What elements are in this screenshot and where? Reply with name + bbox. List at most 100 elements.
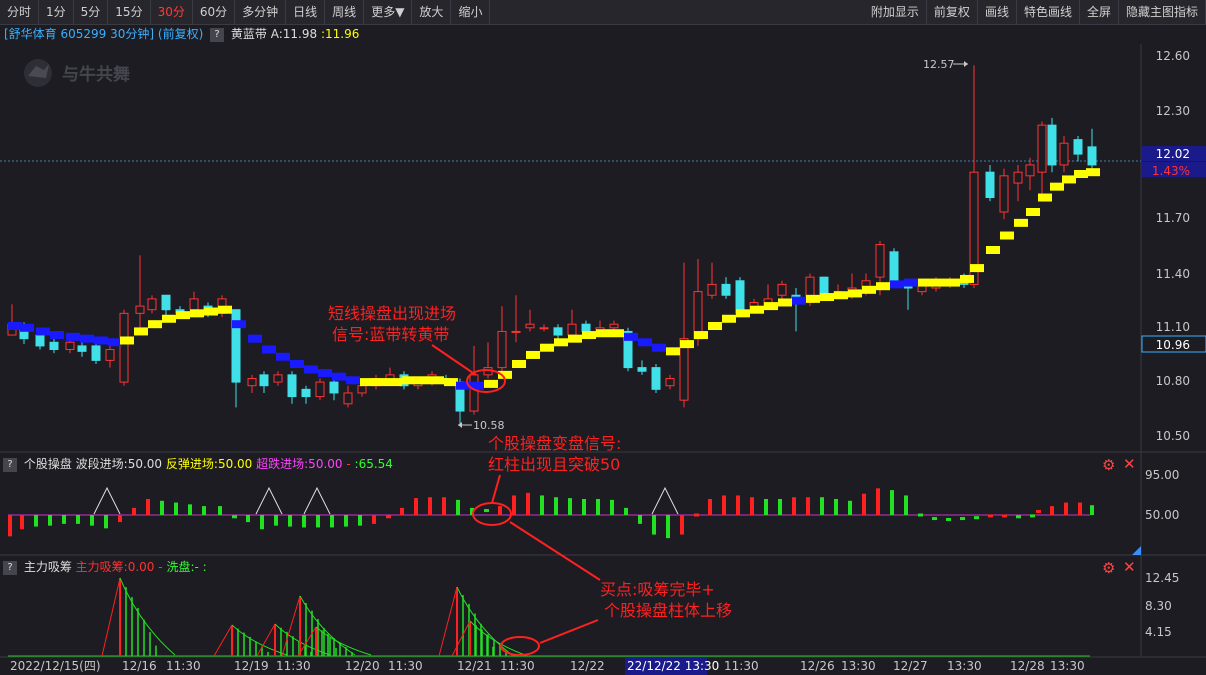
panel3-axis-1: 12.45	[1145, 571, 1179, 585]
yellow-band-segment	[176, 311, 190, 320]
wash-line	[231, 624, 288, 656]
toolbar-button[interactable]: 画线	[978, 0, 1017, 24]
toolbar-button[interactable]: 全屏	[1080, 0, 1119, 24]
time-tick: 12/26	[800, 659, 835, 673]
candle-up	[427, 374, 437, 383]
panel2-bar	[302, 515, 306, 528]
candle-up	[539, 327, 549, 330]
panel2-bar	[48, 515, 52, 526]
yellow-band-segment	[444, 378, 458, 387]
panel2-bar	[232, 515, 237, 519]
period-button[interactable]: 缩小	[451, 0, 491, 24]
candle-up	[189, 298, 199, 311]
toolbar-button[interactable]: 前复权	[927, 0, 978, 24]
time-tick: 12/27	[893, 659, 928, 673]
period-toolbar: 分时 1分 5分 15分 30分 60分 多分钟 日线 周线 更多▼ 放大 缩小 附加显示 前复权 画线 特色…	[0, 0, 1206, 25]
period-button[interactable]: 15分	[108, 0, 151, 24]
candle-down	[637, 367, 647, 372]
blue-band-segment	[94, 336, 108, 345]
panel2-bar	[708, 499, 712, 515]
toolbar-button[interactable]: 特色画线	[1017, 0, 1080, 24]
panel2-bar	[512, 495, 516, 515]
panel2-bar	[680, 515, 684, 535]
panel3-header: ? 主力吸筹 主力吸筹:0.00 - 洗盘:- :	[0, 559, 207, 575]
period-button[interactable]: 1分	[39, 0, 74, 24]
close-icon[interactable]: ✕	[1123, 455, 1136, 473]
panel2-bar	[316, 515, 320, 528]
blue-band-segment	[66, 332, 80, 341]
wash-line	[469, 620, 526, 656]
candle-up	[413, 381, 423, 387]
candle-up	[483, 367, 493, 376]
period-button[interactable]: 30分	[151, 0, 193, 24]
panel2-bar	[652, 515, 656, 535]
candle-up	[931, 280, 941, 289]
note1-line2: 信号:蓝带转黄带	[332, 325, 449, 344]
period-button[interactable]: 多分钟	[235, 0, 287, 24]
period-button[interactable]: 5分	[74, 0, 109, 24]
time-tick: 11:30	[388, 659, 423, 673]
candle-down	[287, 374, 297, 398]
candle-down	[735, 280, 745, 314]
blue-band-segment	[108, 338, 122, 347]
panel2-bar	[400, 507, 404, 515]
toolbar-button[interactable]: 隐藏主图指标	[1119, 0, 1206, 24]
yellow-band-segment	[1014, 218, 1028, 227]
price-tick: 10.80	[1156, 374, 1190, 388]
yellow-band-segment	[848, 289, 862, 298]
panel2-bar	[946, 517, 951, 521]
yellow-band-segment	[1000, 231, 1014, 240]
panel2-bar	[638, 515, 642, 524]
toolbar-button[interactable]: 附加显示	[864, 0, 927, 24]
time-tick: 11:30	[276, 659, 311, 673]
period-button[interactable]: 更多▼	[364, 0, 413, 24]
wash-line	[274, 623, 331, 656]
candle-up	[119, 312, 129, 383]
time-tick: 12/16	[122, 659, 157, 673]
period-button[interactable]: 分时	[0, 0, 40, 24]
candle-up	[469, 374, 479, 412]
help-icon[interactable]: ?	[3, 560, 17, 575]
panel2-bar	[484, 509, 489, 513]
close-icon[interactable]: ✕	[1123, 558, 1136, 576]
panel2-bar	[34, 515, 38, 527]
panel2-bar	[344, 515, 348, 527]
blue-band-segment	[20, 323, 34, 332]
settings-gear-icon[interactable]: ⚙	[1102, 456, 1115, 474]
candle-up	[147, 298, 157, 311]
candle-up	[969, 171, 979, 285]
candle-down	[623, 330, 633, 369]
period-button[interactable]: 日线	[286, 0, 326, 24]
panel2-bar	[218, 506, 222, 515]
yellow-band-segment	[876, 282, 890, 291]
yellow-band-segment	[148, 320, 162, 329]
period-button[interactable]: 60分	[193, 0, 236, 24]
period-button[interactable]: 放大	[412, 0, 452, 24]
panel3-main: 主力吸筹:0.00	[75, 560, 155, 574]
settings-gear-icon[interactable]: ⚙	[1102, 559, 1115, 577]
wash-line	[119, 577, 176, 656]
candle-up	[7, 323, 17, 336]
panel2-bar	[1090, 505, 1094, 515]
yellow-band-segment	[708, 322, 722, 330]
help-icon[interactable]: ?	[3, 457, 17, 472]
yellow-band-segment	[582, 331, 596, 340]
time-tick: 12/19	[234, 659, 269, 673]
candle-up	[749, 301, 759, 311]
candle-down	[301, 388, 311, 398]
yellow-band-segment	[946, 278, 960, 287]
yellow-band-segment	[374, 378, 388, 387]
panel2-bar	[862, 493, 866, 515]
marker-price: 10.96	[1156, 338, 1190, 352]
help-icon[interactable]: ?	[210, 27, 225, 42]
period-button[interactable]: 周线	[325, 0, 365, 24]
panel2-bar	[764, 499, 768, 515]
blue-band-segment	[904, 278, 918, 287]
panel2-dash: -	[346, 457, 351, 471]
candle-down	[399, 374, 409, 387]
main-accumulation-line	[281, 595, 301, 657]
panel2-bar	[974, 516, 979, 520]
panel2-bar	[610, 499, 614, 515]
candle-up	[805, 276, 815, 303]
yellow-band-segment	[694, 331, 708, 340]
